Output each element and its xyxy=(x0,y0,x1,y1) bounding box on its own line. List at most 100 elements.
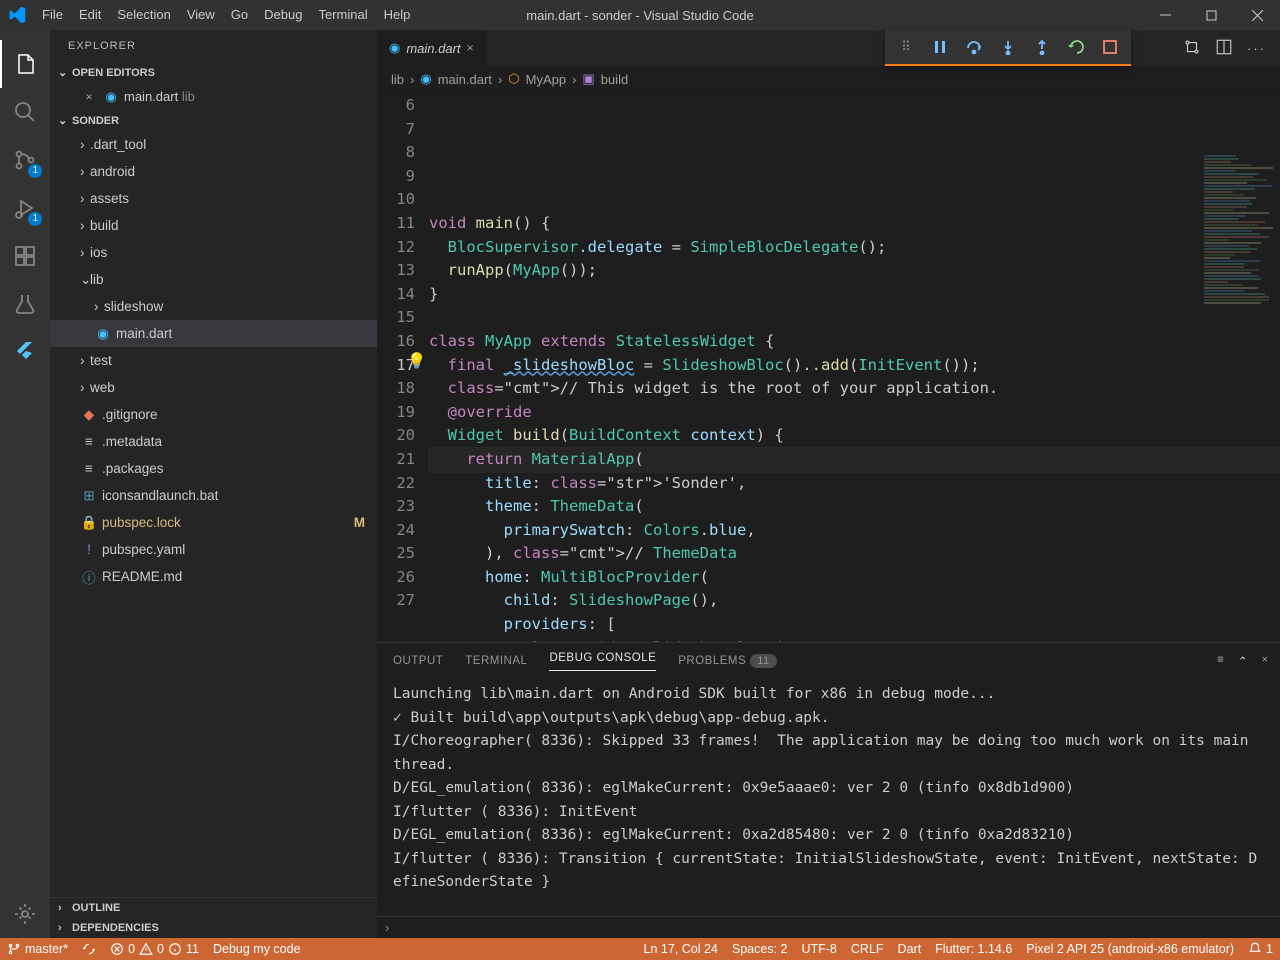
class-icon: ⬡ xyxy=(508,71,519,87)
tree-item-web[interactable]: ›web xyxy=(50,374,377,401)
debug-target[interactable]: Debug my code xyxy=(206,938,308,960)
tree-item--dart_tool[interactable]: ›.dart_tool xyxy=(50,131,377,158)
workspace-header[interactable]: ⌄SONDER xyxy=(50,110,377,131)
explorer-icon[interactable] xyxy=(0,40,50,88)
search-icon[interactable] xyxy=(0,88,50,136)
tree-item-main-dart[interactable]: ◉main.dart xyxy=(50,320,377,347)
dependencies-header[interactable]: ›DEPENDENCIES xyxy=(50,918,377,938)
language-mode[interactable]: Dart xyxy=(891,942,929,956)
encoding[interactable]: UTF-8 xyxy=(794,942,843,956)
sync-icon[interactable] xyxy=(75,938,103,960)
minimap[interactable] xyxy=(1200,154,1280,334)
pause-icon[interactable] xyxy=(925,32,955,62)
tree-item-slideshow[interactable]: ›slideshow xyxy=(50,293,377,320)
tree-item-android[interactable]: ›android xyxy=(50,158,377,185)
dart-file-icon: ◉ xyxy=(420,71,431,87)
outline-header[interactable]: ›OUTLINE xyxy=(50,898,377,918)
maximize-panel-icon[interactable]: ⌃ xyxy=(1238,654,1248,668)
breadcrumb-class[interactable]: MyApp xyxy=(526,72,566,87)
dart-file-icon: ◉ xyxy=(102,89,120,105)
step-into-icon[interactable] xyxy=(993,32,1023,62)
debug-console-input[interactable]: › xyxy=(377,916,1280,938)
notifications-icon[interactable]: 1 xyxy=(1241,942,1280,956)
tree-item-ios[interactable]: ›ios xyxy=(50,239,377,266)
menu-selection[interactable]: Selection xyxy=(109,0,178,30)
tree-item-assets[interactable]: ›assets xyxy=(50,185,377,212)
dart-file-icon: ◉ xyxy=(389,40,400,56)
tree-item-lib[interactable]: ⌄lib xyxy=(50,266,377,293)
eol[interactable]: CRLF xyxy=(844,942,891,956)
window-title: main.dart - sonder - Visual Studio Code xyxy=(526,8,753,23)
editor-tabs: ◉ main.dart × ··· xyxy=(377,30,1280,66)
step-over-icon[interactable] xyxy=(959,32,989,62)
minimize-button[interactable] xyxy=(1142,0,1188,30)
tree-item-pubspec-yaml[interactable]: !pubspec.yaml xyxy=(50,536,377,563)
tree-item-test[interactable]: ›test xyxy=(50,347,377,374)
restart-icon[interactable] xyxy=(1061,32,1091,62)
lightbulb-icon[interactable]: 💡 xyxy=(407,350,426,374)
tab-main-dart[interactable]: ◉ main.dart × xyxy=(377,30,487,66)
breadcrumb-file[interactable]: main.dart xyxy=(438,72,492,87)
tab-output[interactable]: OUTPUT xyxy=(393,655,443,667)
compare-changes-icon[interactable] xyxy=(1183,38,1201,59)
device-selector[interactable]: Pixel 2 API 25 (android-x86 emulator) xyxy=(1019,942,1241,956)
menu-debug[interactable]: Debug xyxy=(256,0,310,30)
tree-item--metadata[interactable]: ≡.metadata xyxy=(50,428,377,455)
breadcrumb[interactable]: lib› ◉main.dart› ⬡MyApp› ▣build xyxy=(377,66,1280,92)
maximize-button[interactable] xyxy=(1188,0,1234,30)
tree-item--gitignore[interactable]: ◆.gitignore xyxy=(50,401,377,428)
tab-close-icon[interactable]: × xyxy=(467,40,474,56)
open-editors-header[interactable]: ⌄OPEN EDITORS xyxy=(50,62,377,83)
flutter-version[interactable]: Flutter: 1.14.6 xyxy=(928,942,1019,956)
close-panel-icon[interactable]: × xyxy=(1262,654,1269,668)
debug-icon[interactable]: 1 xyxy=(0,184,50,232)
git-branch[interactable]: master* xyxy=(0,938,75,960)
method-icon: ▣ xyxy=(582,71,594,87)
word-wrap-icon[interactable]: ≡ xyxy=(1217,654,1224,668)
source-control-icon[interactable]: 1 xyxy=(0,136,50,184)
extensions-icon[interactable] xyxy=(0,232,50,280)
debug-badge: 1 xyxy=(28,212,42,226)
breadcrumb-method[interactable]: build xyxy=(601,72,628,87)
menu-view[interactable]: View xyxy=(179,0,223,30)
menu-help[interactable]: Help xyxy=(376,0,419,30)
more-actions-icon[interactable]: ··· xyxy=(1247,41,1266,56)
tree-item-iconsandlaunch-bat[interactable]: ⊞iconsandlaunch.bat xyxy=(50,482,377,509)
errors-warnings[interactable]: 0 0 11 xyxy=(103,938,206,960)
tree-item-pubspec-lock[interactable]: 🔒pubspec.lockM xyxy=(50,509,377,536)
menu-file[interactable]: File xyxy=(34,0,71,30)
file-tree: ›.dart_tool›android›assets›build›ios⌄lib… xyxy=(50,131,377,897)
step-out-icon[interactable] xyxy=(1027,32,1057,62)
bottom-panel: OUTPUT TERMINAL DEBUG CONSOLE PROBLEMS11… xyxy=(377,642,1280,938)
settings-gear-icon[interactable] xyxy=(0,890,50,938)
close-editor-icon[interactable]: × xyxy=(80,89,98,105)
menu-go[interactable]: Go xyxy=(223,0,256,30)
sidebar-title: EXPLORER xyxy=(50,30,377,62)
tree-item-README-md[interactable]: ⓘREADME.md xyxy=(50,563,377,590)
drag-handle-icon[interactable]: ⠿ xyxy=(891,32,921,62)
tab-terminal[interactable]: TERMINAL xyxy=(465,655,527,667)
test-icon[interactable] xyxy=(0,280,50,328)
breadcrumb-folder[interactable]: lib xyxy=(391,72,404,87)
stop-icon[interactable] xyxy=(1095,32,1125,62)
indentation[interactable]: Spaces: 2 xyxy=(725,942,795,956)
code-editor[interactable]: 6789101112131415161718192021222324252627… xyxy=(377,92,1280,642)
main-menu: File Edit Selection View Go Debug Termin… xyxy=(34,0,418,30)
activity-bar: 1 1 xyxy=(0,30,50,938)
tab-problems[interactable]: PROBLEMS11 xyxy=(678,655,776,667)
tab-debug-console[interactable]: DEBUG CONSOLE xyxy=(549,652,656,671)
tree-item--packages[interactable]: ≡.packages xyxy=(50,455,377,482)
debug-toolbar[interactable]: ⠿ xyxy=(885,30,1131,66)
debug-console-output[interactable]: Launching lib\main.dart on Android SDK b… xyxy=(377,679,1280,916)
editor-area: ◉ main.dart × ··· ⠿ lib› ◉main.dart› ⬡My… xyxy=(377,30,1280,938)
split-editor-icon[interactable] xyxy=(1215,38,1233,59)
menu-edit[interactable]: Edit xyxy=(71,0,109,30)
flutter-icon[interactable] xyxy=(0,328,50,376)
open-editor-item[interactable]: × ◉ main.dart lib xyxy=(50,83,377,110)
cursor-position[interactable]: Ln 17, Col 24 xyxy=(637,942,725,956)
sidebar: EXPLORER ⌄OPEN EDITORS × ◉ main.dart lib… xyxy=(50,30,377,938)
tree-item-build[interactable]: ›build xyxy=(50,212,377,239)
status-bar: master* 0 0 11 Debug my code Ln 17, Col … xyxy=(0,938,1280,960)
menu-terminal[interactable]: Terminal xyxy=(310,0,375,30)
close-button[interactable] xyxy=(1234,0,1280,30)
